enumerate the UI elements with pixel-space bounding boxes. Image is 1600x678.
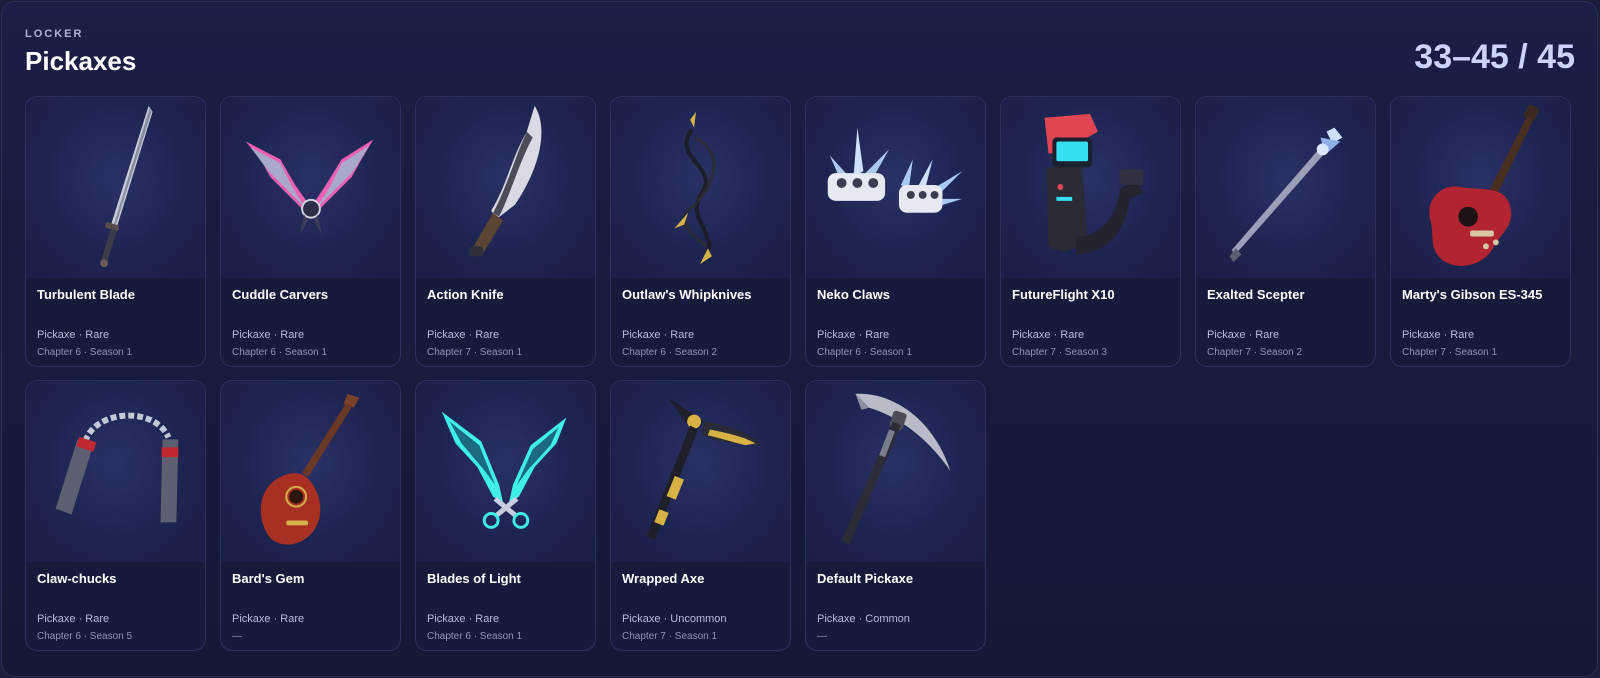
item-season: Chapter 7 · Season 2 xyxy=(1207,347,1303,358)
item-grid: Turbulent Blade Pickaxe · Rare Chapter 6… xyxy=(25,96,1571,651)
lute-icon xyxy=(221,381,400,562)
item-type-rarity: Pickaxe · Rare xyxy=(817,329,890,341)
locker-item-card[interactable]: Outlaw's Whipknives Pickaxe · Rare Chapt… xyxy=(610,96,791,367)
item-name: Exalted Scepter xyxy=(1207,287,1305,302)
item-season: Chapter 7 · Season 3 xyxy=(1012,347,1108,358)
light-blades-icon xyxy=(416,381,595,562)
item-name: Action Knife xyxy=(427,287,504,302)
katana-icon xyxy=(26,97,205,278)
item-season: Chapter 7 · Season 1 xyxy=(427,347,523,358)
machete-icon xyxy=(416,97,595,278)
item-season: Chapter 6 · Season 1 xyxy=(427,631,523,642)
item-season: Chapter 6 · Season 1 xyxy=(37,347,133,358)
locker-item-card[interactable]: Bard's Gem Pickaxe · Rare — xyxy=(220,380,401,651)
whip-knives-icon xyxy=(611,97,790,278)
item-name: Cuddle Carvers xyxy=(232,287,329,302)
locker-item-card[interactable]: Default Pickaxe Pickaxe · Common — xyxy=(805,380,986,651)
item-type-rarity: Pickaxe · Common xyxy=(817,613,910,625)
item-name: Marty's Gibson ES-345 xyxy=(1402,287,1543,302)
item-name: Default Pickaxe xyxy=(817,571,914,586)
item-type-rarity: Pickaxe · Rare xyxy=(427,329,500,341)
item-name: Outlaw's Whipknives xyxy=(622,287,752,302)
locker-item-card[interactable]: Wrapped Axe Pickaxe · Uncommon Chapter 7… xyxy=(610,380,791,651)
item-name: Bard's Gem xyxy=(232,571,305,586)
locker-panel: LOCKER Pickaxes 33–45 / 45 Turbulent Bla… xyxy=(1,1,1598,677)
item-name: Claw-chucks xyxy=(37,571,117,586)
futuristic-controller-icon xyxy=(1001,97,1180,278)
item-counter: 33–45 / 45 xyxy=(1414,38,1575,76)
item-name: Wrapped Axe xyxy=(622,571,705,586)
nunchucks-icon xyxy=(26,381,205,562)
item-type-rarity: Pickaxe · Rare xyxy=(232,613,305,625)
pink-wing-blades-icon xyxy=(221,97,400,278)
item-name: Turbulent Blade xyxy=(37,287,135,302)
page-title: Pickaxes xyxy=(25,46,137,76)
item-type-rarity: Pickaxe · Rare xyxy=(427,613,500,625)
item-season: Chapter 7 · Season 1 xyxy=(1402,347,1498,358)
locker-item-card[interactable]: Cuddle Carvers Pickaxe · Rare Chapter 6 … xyxy=(220,96,401,367)
item-season: — xyxy=(817,631,827,642)
item-season: Chapter 6 · Season 1 xyxy=(232,347,328,358)
locker-item-card[interactable]: Blades of Light Pickaxe · Rare Chapter 6… xyxy=(415,380,596,651)
item-type-rarity: Pickaxe · Rare xyxy=(232,329,305,341)
locker-item-card[interactable]: Marty's Gibson ES-345 Pickaxe · Rare Cha… xyxy=(1390,96,1571,367)
item-type-rarity: Pickaxe · Rare xyxy=(1207,329,1280,341)
item-season: Chapter 6 · Season 5 xyxy=(37,631,133,642)
guitar-icon xyxy=(1391,97,1570,278)
locker-item-card[interactable]: Action Knife Pickaxe · Rare Chapter 7 · … xyxy=(415,96,596,367)
item-season: Chapter 6 · Season 2 xyxy=(622,347,718,358)
item-season: Chapter 7 · Season 1 xyxy=(622,631,718,642)
locker-item-card[interactable]: FutureFlight X10 Pickaxe · Rare Chapter … xyxy=(1000,96,1181,367)
item-type-rarity: Pickaxe · Rare xyxy=(37,329,110,341)
locker-item-card[interactable]: Exalted Scepter Pickaxe · Rare Chapter 7… xyxy=(1195,96,1376,367)
item-type-rarity: Pickaxe · Rare xyxy=(1402,329,1475,341)
item-type-rarity: Pickaxe · Rare xyxy=(622,329,695,341)
locker-item-card[interactable]: Turbulent Blade Pickaxe · Rare Chapter 6… xyxy=(25,96,206,367)
item-type-rarity: Pickaxe · Uncommon xyxy=(622,613,727,625)
section-eyebrow: LOCKER xyxy=(25,28,84,40)
wrapped-axe-icon xyxy=(611,381,790,562)
locker-item-card[interactable]: Neko Claws Pickaxe · Rare Chapter 6 · Se… xyxy=(805,96,986,367)
scepter-icon xyxy=(1196,97,1375,278)
item-name: Neko Claws xyxy=(817,287,890,302)
item-type-rarity: Pickaxe · Rare xyxy=(1012,329,1085,341)
pickaxe-icon xyxy=(806,381,985,562)
item-season: — xyxy=(232,631,242,642)
item-season: Chapter 6 · Season 1 xyxy=(817,347,913,358)
item-name: Blades of Light xyxy=(427,571,521,586)
locker-item-card[interactable]: Claw-chucks Pickaxe · Rare Chapter 6 · S… xyxy=(25,380,206,651)
item-name: FutureFlight X10 xyxy=(1012,287,1115,302)
item-type-rarity: Pickaxe · Rare xyxy=(37,613,110,625)
claws-icon xyxy=(806,97,985,278)
